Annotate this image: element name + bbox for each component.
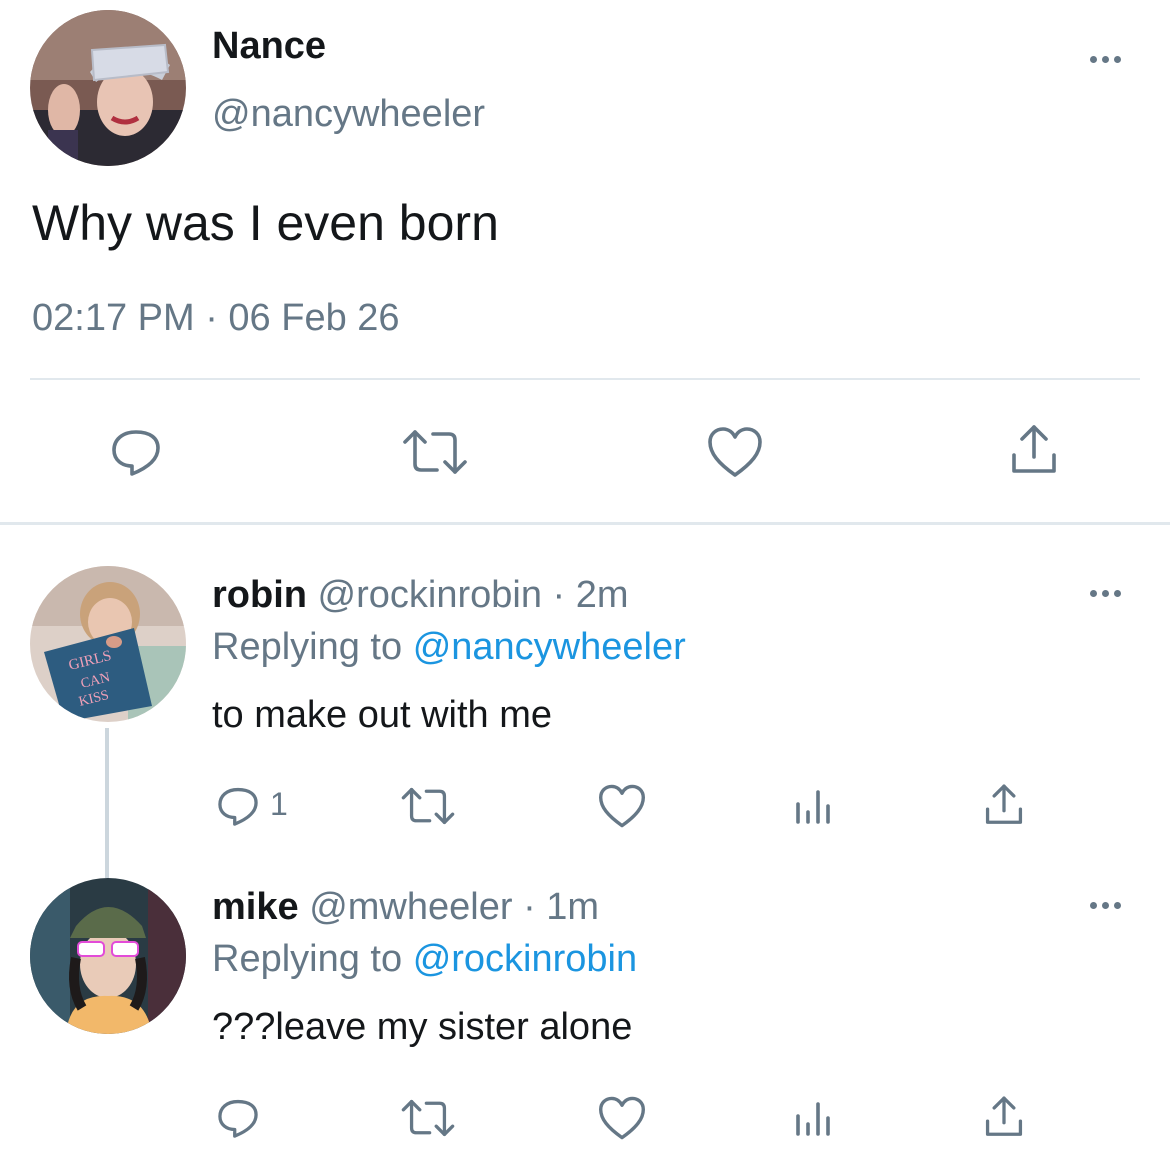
main-handle[interactable]: @nancywheeler	[212, 92, 485, 136]
main-timestamp[interactable]: 02:17 PM · 06 Feb 26	[32, 296, 400, 340]
mike-analytics-icon[interactable]	[790, 1094, 836, 1140]
share-icon[interactable]	[1004, 420, 1064, 480]
mike-header[interactable]: mike @mwheeler · 1m	[212, 886, 599, 928]
robin-reply-count: 1	[270, 786, 288, 822]
robin-header[interactable]: robin @rockinrobin · 2m	[212, 574, 629, 616]
robin-analytics-icon[interactable]	[790, 782, 836, 828]
retweet-icon[interactable]	[398, 422, 472, 482]
robin-display-name[interactable]: robin	[212, 574, 307, 616]
mike-time: · 1m	[523, 886, 600, 928]
robin-more-icon[interactable]	[1090, 590, 1121, 597]
robin-share-icon[interactable]	[980, 780, 1028, 830]
mike-more-icon[interactable]	[1090, 902, 1121, 909]
main-tweet-text: Why was I even born	[32, 195, 499, 251]
mike-tweet-text: ???leave my sister alone	[212, 1006, 633, 1048]
robin-reply-icon[interactable]	[212, 782, 264, 830]
robin-replying-prefix: Replying to	[212, 626, 403, 668]
mike-replying-to-link[interactable]: @rockinrobin	[413, 938, 637, 980]
section-divider	[0, 522, 1170, 525]
main-display-name[interactable]: Nance	[212, 26, 326, 66]
robin-tweet-text: to make out with me	[212, 694, 553, 736]
robin-like-icon[interactable]	[596, 782, 648, 830]
robin-handle[interactable]: @rockinrobin	[318, 574, 542, 616]
like-icon[interactable]	[704, 422, 766, 482]
mike-display-name[interactable]: mike	[212, 886, 299, 928]
robin-time: · 2m	[552, 574, 629, 616]
robin-replying-line: Replying to @nancywheeler	[212, 626, 686, 668]
mike-retweet-icon[interactable]	[396, 1094, 460, 1142]
reply-icon[interactable]	[106, 422, 166, 482]
avatar-mike[interactable]	[30, 878, 186, 1034]
avatar-robin[interactable]: GIRLS CAN KISS	[30, 566, 186, 722]
mike-replying-line: Replying to @rockinrobin	[212, 938, 637, 980]
main-more-icon[interactable]	[1090, 56, 1121, 63]
avatar-nancy[interactable]	[30, 10, 186, 166]
robin-replying-to-link[interactable]: @nancywheeler	[413, 626, 686, 668]
robin-retweet-icon[interactable]	[396, 782, 460, 830]
mike-handle[interactable]: @mwheeler	[309, 886, 512, 928]
mike-reply-icon[interactable]	[212, 1094, 264, 1142]
reply-thread-line	[105, 728, 109, 878]
mike-share-icon[interactable]	[980, 1092, 1028, 1142]
main-divider	[30, 378, 1140, 380]
mike-like-icon[interactable]	[596, 1094, 648, 1142]
mike-replying-prefix: Replying to	[212, 938, 403, 980]
